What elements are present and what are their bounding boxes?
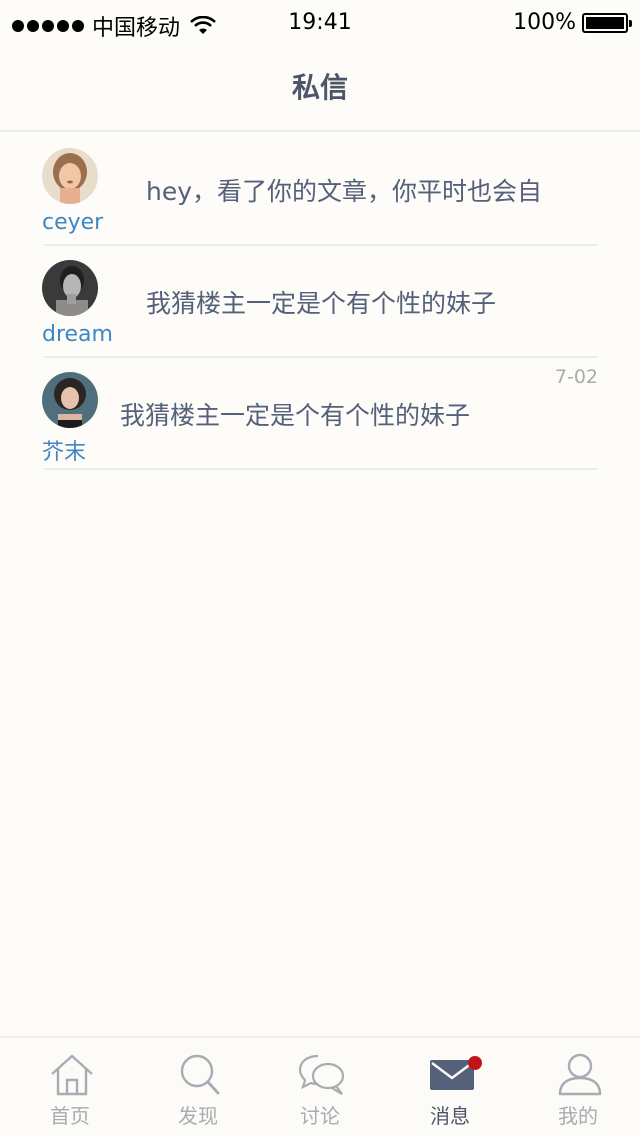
tab-bar: 首页 发现 讨论 消息 我的 [0, 1036, 640, 1136]
chat-bubbles-icon [298, 1054, 345, 1095]
tab-label: 我的 [558, 1104, 598, 1128]
avatar[interactable] [42, 148, 98, 204]
tab-discover[interactable]: 发现 [134, 1038, 262, 1136]
tab-label: 发现 [178, 1104, 218, 1128]
tab-messages[interactable]: 消息 [386, 1038, 514, 1136]
user-icon [558, 1053, 602, 1096]
avatar[interactable] [42, 372, 98, 428]
home-icon [51, 1054, 93, 1096]
divider [44, 468, 598, 470]
message-list: ceyer hey，看了你的文章，你平时也会自 dream 我猜楼主一定是个有个… [0, 134, 640, 470]
tab-label: 消息 [430, 1104, 470, 1128]
battery-percent: 100% [513, 10, 576, 35]
status-right: 100% [513, 10, 632, 35]
avatar[interactable] [42, 260, 98, 316]
screen: 中国移动 19:41 100% 私信 ceyer hey，看了你的文章，你平时也… [0, 0, 640, 1136]
tab-label: 首页 [50, 1104, 90, 1128]
tab-label: 讨论 [300, 1104, 340, 1128]
message-preview: hey，看了你的文章，你平时也会自 [146, 177, 543, 206]
status-bar: 中国移动 19:41 100% [0, 0, 640, 48]
search-icon [180, 1054, 220, 1095]
tab-home[interactable]: 首页 [6, 1038, 134, 1136]
avatar-jiemo-image [42, 372, 98, 428]
page-title: 私信 [291, 71, 348, 104]
message-item[interactable]: ceyer hey，看了你的文章，你平时也会自 [0, 134, 640, 246]
username[interactable]: 芥末 [42, 434, 86, 466]
message-item[interactable]: dream 我猜楼主一定是个有个性的妹子 [0, 246, 640, 358]
battery-icon [582, 12, 632, 33]
tab-profile[interactable]: 我的 [514, 1038, 640, 1136]
message-item[interactable]: 芥末 我猜楼主一定是个有个性的妹子 7-02 [0, 358, 640, 470]
nav-header: 私信 [0, 48, 640, 132]
avatar-dream-image [42, 260, 98, 316]
unread-badge-dot [468, 1056, 482, 1070]
message-date: 7-02 [554, 366, 598, 388]
tab-discussion[interactable]: 讨论 [256, 1038, 384, 1136]
username[interactable]: ceyer [42, 210, 103, 235]
avatar-ceyer-image [42, 148, 98, 204]
message-preview: 我猜楼主一定是个有个性的妹子 [120, 401, 471, 430]
message-preview: 我猜楼主一定是个有个性的妹子 [146, 289, 497, 318]
username[interactable]: dream [42, 322, 113, 347]
